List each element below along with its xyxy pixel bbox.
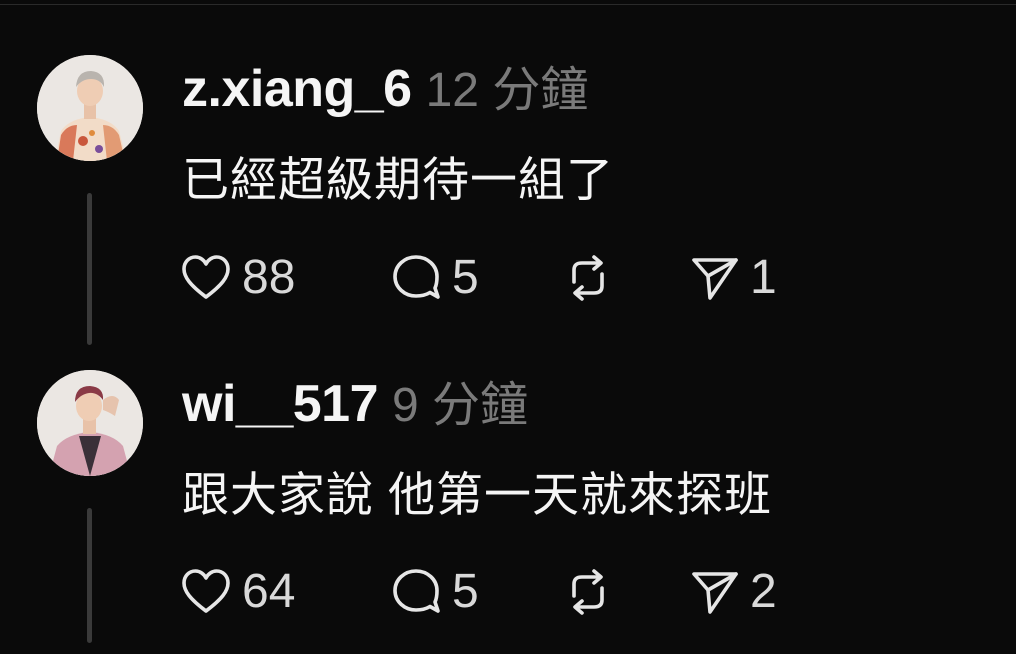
heart-icon xyxy=(182,569,230,613)
comment-bubble-icon xyxy=(393,569,440,613)
thread-line xyxy=(87,508,92,643)
send-icon xyxy=(692,572,738,614)
share-count: 2 xyxy=(750,565,777,618)
reply-count: 5 xyxy=(452,565,479,618)
repost-button[interactable] xyxy=(560,564,616,620)
avatar[interactable] xyxy=(37,370,143,476)
like-button[interactable]: 64 xyxy=(180,564,295,620)
user-avatar-photo-icon xyxy=(37,370,143,476)
action-bar: 64 5 2 xyxy=(180,564,820,620)
share-button[interactable]: 2 xyxy=(690,564,777,620)
reply-button[interactable]: 5 xyxy=(390,564,479,620)
username[interactable]: wi__517 xyxy=(182,375,379,433)
comment-item: wi__517 9 分鐘 跟大家說 他第一天就來探班 64 5 2 xyxy=(0,0,1016,654)
repost-icon xyxy=(572,569,604,615)
like-count: 64 xyxy=(242,565,296,618)
comment-header: wi__517 9 分鐘 xyxy=(182,373,528,435)
timestamp: 9 分鐘 xyxy=(392,379,529,432)
comment-text: 跟大家說 他第一天就來探班 xyxy=(182,468,773,521)
